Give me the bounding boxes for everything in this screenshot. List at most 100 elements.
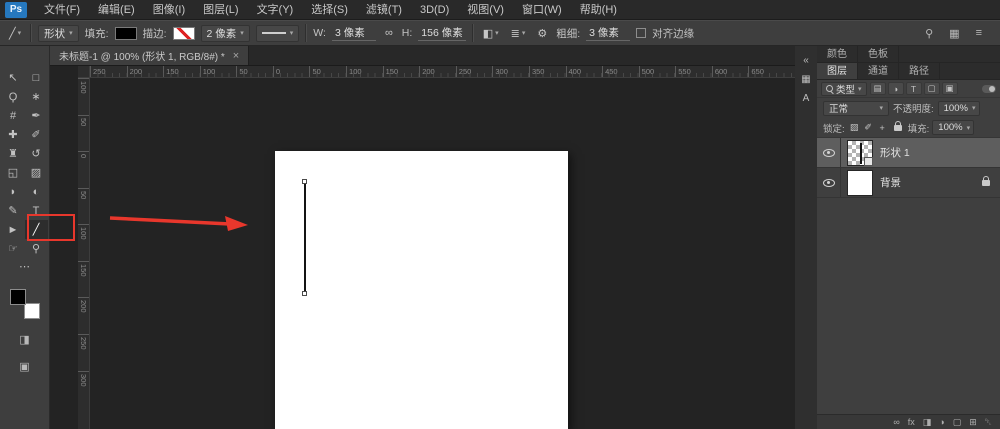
menu-item[interactable]: 编辑(E) xyxy=(89,0,144,20)
layers-panel-tabs: 图层通道路径 xyxy=(817,63,1000,80)
gradient-tool-icon[interactable]: ▨ xyxy=(25,163,48,182)
filter-pixel-layers-icon[interactable]: ▤ xyxy=(870,82,886,95)
adjustment-layer-icon[interactable]: ◑ xyxy=(939,417,944,427)
tool-preset-button[interactable]: ╱ ▾ xyxy=(6,24,24,42)
clone-stamp-tool-icon[interactable]: ♜ xyxy=(2,144,25,163)
rect-marquee-tool-icon[interactable]: □ xyxy=(25,68,48,87)
blur-tool-icon[interactable]: ◗ xyxy=(2,182,25,201)
link-dimensions-icon[interactable]: ∞ xyxy=(382,24,396,42)
crop-tool-icon[interactable]: # xyxy=(2,106,25,125)
menu-item[interactable]: 图像(I) xyxy=(144,0,194,20)
eyedropper-tool-icon[interactable]: ✒ xyxy=(25,106,48,125)
filter-smart-objects-icon[interactable]: ▣ xyxy=(942,82,958,95)
delete-layer-icon[interactable]: ␡ xyxy=(985,417,992,428)
histogram-panel-icon[interactable]: ▦ xyxy=(801,75,810,85)
pen-tool-icon[interactable]: ✎ xyxy=(2,201,25,220)
background-color-swatch[interactable] xyxy=(24,303,40,319)
panel-tab[interactable]: 路径 xyxy=(899,63,940,79)
new-group-icon[interactable]: ▢ xyxy=(953,417,962,428)
shape-options-button[interactable]: ⚙ xyxy=(534,24,550,42)
separator xyxy=(30,24,32,42)
path-operations-button[interactable]: ◧ ▾ xyxy=(480,24,502,42)
search-icon[interactable]: ⚲ xyxy=(925,27,933,40)
shape-height-input[interactable]: 156 像素 xyxy=(418,26,465,41)
lock-all-icon[interactable] xyxy=(892,121,905,134)
add-layer-mask-icon[interactable]: ◨ xyxy=(923,417,932,428)
stroke-swatch[interactable] xyxy=(173,27,195,40)
chevron-down-icon: ▾ xyxy=(967,124,971,132)
panel-tab[interactable]: 色板 xyxy=(858,46,899,62)
path-selection-tool-icon[interactable]: ► xyxy=(2,220,25,239)
ruler-origin-corner[interactable] xyxy=(78,66,90,78)
align-edges-checkbox[interactable] xyxy=(636,28,646,38)
menu-item[interactable]: 滤镜(T) xyxy=(357,0,411,20)
fill-input[interactable]: 100% ▾ xyxy=(932,120,974,135)
link-layers-icon[interactable]: ∞ xyxy=(893,417,899,427)
history-brush-tool-icon[interactable]: ↺ xyxy=(25,144,48,163)
menu-item[interactable]: 窗口(W) xyxy=(513,0,571,20)
quick-selection-tool-icon[interactable]: ∗ xyxy=(25,87,48,106)
horizontal-ruler[interactable]: 2502001501005005010015020025030035040045… xyxy=(90,66,795,78)
menu-item[interactable]: 3D(D) xyxy=(411,0,458,20)
collapse-panels-icon[interactable]: « xyxy=(803,56,809,66)
blend-mode-select[interactable]: 正常 ▾ xyxy=(823,101,889,116)
document-canvas[interactable] xyxy=(275,151,568,429)
new-layer-icon[interactable]: ⊞ xyxy=(969,417,977,428)
panel-tab[interactable]: 颜色 xyxy=(817,46,858,62)
layer-effects-icon[interactable]: fx xyxy=(908,417,915,427)
lock-pixels-icon[interactable]: ✐ xyxy=(862,121,875,134)
workspace-icon[interactable]: ▦ xyxy=(949,27,959,40)
fill-swatch[interactable] xyxy=(115,27,137,40)
lasso-tool-icon[interactable]: Ϙ xyxy=(2,87,25,106)
menu-item[interactable]: 图层(L) xyxy=(194,0,247,20)
filter-kind-select[interactable]: 类型 ▾ xyxy=(821,82,867,96)
layer-thumbnail[interactable] xyxy=(847,140,873,166)
foreground-color-swatch[interactable] xyxy=(10,289,26,305)
menu-item[interactable]: 帮助(H) xyxy=(571,0,626,20)
lock-position-icon[interactable]: + xyxy=(876,121,889,134)
stroke-style-select[interactable]: ▾ xyxy=(256,25,300,42)
character-panel-icon[interactable]: A xyxy=(803,94,810,104)
shape-width-input[interactable]: 3 像素 xyxy=(332,26,376,41)
separator xyxy=(472,24,474,42)
menu-item[interactable]: 视图(V) xyxy=(458,0,513,20)
brush-tool-icon[interactable]: ✐ xyxy=(25,125,48,144)
path-alignment-button[interactable]: ≣ ▾ xyxy=(508,24,529,42)
quick-mask-icon[interactable]: ◨ xyxy=(19,333,29,346)
hand-tool-icon[interactable]: ☞ xyxy=(2,239,25,258)
menu-item[interactable]: 文件(F) xyxy=(35,0,89,20)
menu-item[interactable]: 选择(S) xyxy=(302,0,357,20)
lock-transparency-icon[interactable]: ▨ xyxy=(848,121,861,134)
stroke-width-input[interactable]: 2 像素 ▾ xyxy=(201,25,250,42)
layer-row-background[interactable]: 背景 xyxy=(817,168,1000,198)
screen-mode-icon[interactable]: ▣ xyxy=(19,360,29,373)
layer-visibility-toggle[interactable] xyxy=(817,138,841,167)
panel-tab[interactable]: 图层 xyxy=(817,63,858,79)
zoom-tool-icon[interactable]: ⚲ xyxy=(25,239,48,258)
tool-mode-value: 形状 xyxy=(44,26,65,41)
menu-item[interactable]: 文字(Y) xyxy=(248,0,303,20)
workspace-menu-icon[interactable]: ≡ xyxy=(976,27,982,40)
vertical-ruler[interactable]: 10050050100150200250300 xyxy=(78,78,90,429)
line-bottom-anchor[interactable] xyxy=(302,291,307,296)
filter-shape-layers-icon[interactable]: ▢ xyxy=(924,82,940,95)
document-title: 未标题-1 @ 100% (形状 1, RGB/8#) * xyxy=(59,48,225,63)
thickness-input[interactable]: 3 像素 xyxy=(586,26,630,41)
line-top-anchor[interactable] xyxy=(302,179,307,184)
edit-toolbar-icon[interactable]: ⋯ xyxy=(19,260,30,273)
move-tool-icon[interactable]: ↖ xyxy=(2,68,25,87)
layer-filter-toggle[interactable] xyxy=(982,85,996,93)
opacity-input[interactable]: 100% ▾ xyxy=(938,101,980,116)
filter-adjustment-layers-icon[interactable]: ◑ xyxy=(888,82,904,95)
layer-row-shape-1[interactable]: 形状 1 xyxy=(817,138,1000,168)
document-tab[interactable]: 未标题-1 @ 100% (形状 1, RGB/8#) * × xyxy=(50,46,249,65)
close-tab-icon[interactable]: × xyxy=(233,50,239,62)
layer-visibility-toggle[interactable] xyxy=(817,168,841,197)
dodge-tool-icon[interactable]: ◐ xyxy=(25,182,48,201)
panel-tab[interactable]: 通道 xyxy=(858,63,899,79)
tool-mode-select[interactable]: 形状 ▾ xyxy=(38,25,79,42)
filter-type-layers-icon[interactable]: T xyxy=(906,82,922,95)
layer-thumbnail[interactable] xyxy=(847,170,873,196)
eraser-tool-icon[interactable]: ◱ xyxy=(2,163,25,182)
healing-brush-tool-icon[interactable]: ✚ xyxy=(2,125,25,144)
